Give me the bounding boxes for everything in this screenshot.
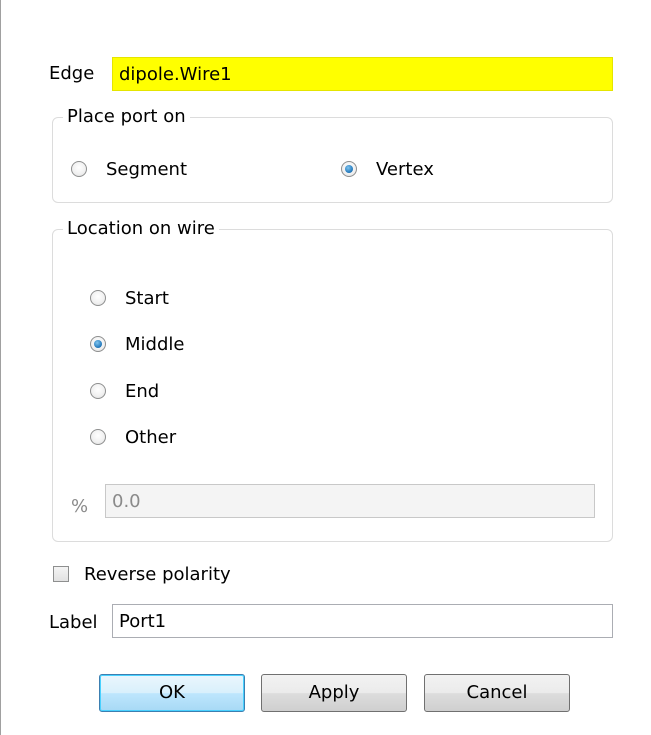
reverse-polarity-box[interactable] (53, 566, 69, 582)
vertex-radio-label: Vertex (376, 158, 434, 180)
vertex-radio-button[interactable] (341, 161, 357, 177)
end-radio-label: End (125, 380, 160, 402)
other-radio-label: Other (125, 426, 177, 448)
middle-radio-label: Middle (125, 333, 185, 355)
edge-label: Edge (49, 63, 95, 84)
middle-radio[interactable]: Middle (90, 332, 184, 356)
end-radio-button[interactable] (90, 383, 106, 399)
percent-field[interactable] (105, 484, 595, 518)
location-title: Location on wire (63, 218, 219, 240)
segment-radio[interactable]: Segment (71, 157, 187, 181)
edge-field[interactable] (112, 57, 613, 91)
start-radio-label: Start (125, 287, 169, 309)
end-radio[interactable]: End (90, 379, 159, 403)
apply-button[interactable]: Apply (261, 674, 407, 712)
middle-radio-button[interactable] (90, 336, 106, 352)
label-field[interactable] (112, 604, 613, 638)
label-label: Label (49, 612, 98, 633)
percent-label: % (71, 496, 89, 517)
start-radio[interactable]: Start (90, 286, 169, 310)
other-radio[interactable]: Other (90, 425, 176, 449)
cancel-button[interactable]: Cancel (424, 674, 570, 712)
reverse-polarity-label: Reverse polarity (84, 563, 231, 585)
segment-radio-label: Segment (106, 158, 187, 180)
start-radio-button[interactable] (90, 290, 106, 306)
other-radio-button[interactable] (90, 429, 106, 445)
dialog-window: Edge Place port on Segment Vertex Locati… (0, 0, 651, 735)
place-port-title: Place port on (63, 106, 190, 128)
segment-radio-button[interactable] (71, 161, 87, 177)
reverse-polarity-checkbox[interactable]: Reverse polarity (53, 562, 231, 586)
ok-button[interactable]: OK (99, 674, 245, 712)
vertex-radio[interactable]: Vertex (341, 157, 434, 181)
